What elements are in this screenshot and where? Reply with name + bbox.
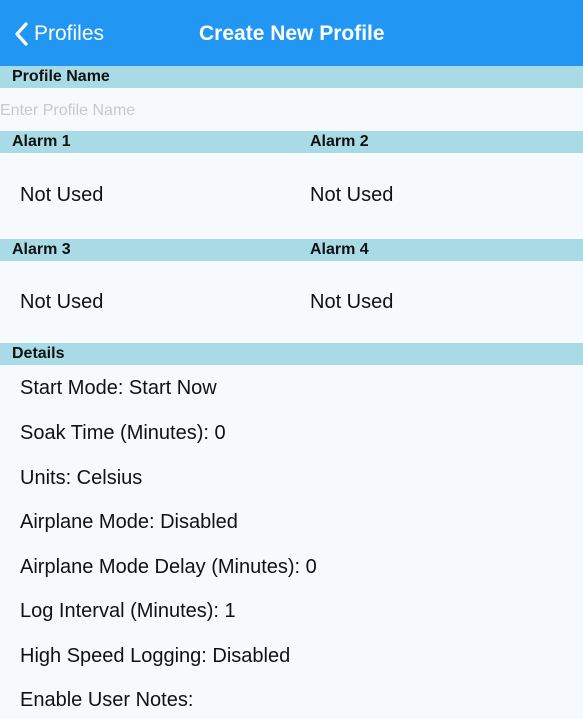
detail-airplane-mode-delay[interactable]: Airplane Mode Delay (Minutes): 0 — [20, 553, 317, 581]
alarm-2-header: Alarm 2 — [310, 133, 369, 150]
detail-airplane-mode[interactable]: Airplane Mode: Disabled — [20, 508, 238, 536]
detail-units[interactable]: Units: Celsius — [20, 464, 142, 492]
alarm-3-header: Alarm 3 — [12, 241, 71, 258]
chevron-left-icon — [15, 22, 28, 46]
alarm-1-header: Alarm 1 — [12, 133, 71, 150]
back-button[interactable]: Profiles — [14, 19, 104, 49]
detail-high-speed-logging[interactable]: High Speed Logging: Disabled — [20, 642, 290, 670]
profile-name-header-label: Profile Name — [12, 68, 110, 85]
profile-name-header: Profile Name — [0, 66, 583, 88]
alarm-4-value[interactable]: Not Used — [310, 288, 393, 316]
navigation-bar: Profiles Create New Profile — [0, 0, 583, 66]
alarms-3-4-header: Alarm 3 Alarm 4 — [0, 239, 583, 261]
detail-start-mode[interactable]: Start Mode: Start Now — [20, 374, 217, 402]
details-header-label: Details — [12, 345, 65, 362]
alarm-2-value[interactable]: Not Used — [310, 181, 393, 209]
detail-soak-time[interactable]: Soak Time (Minutes): 0 — [20, 419, 226, 447]
details-header: Details — [0, 343, 583, 365]
alarm-1-value[interactable]: Not Used — [20, 181, 103, 209]
alarm-4-header: Alarm 4 — [310, 241, 369, 258]
alarm-3-value[interactable]: Not Used — [20, 288, 103, 316]
detail-enable-user-notes[interactable]: Enable User Notes: — [20, 686, 193, 714]
back-button-label: Profiles — [34, 22, 105, 45]
alarms-1-2-header: Alarm 1 Alarm 2 — [0, 131, 583, 153]
profile-name-input[interactable] — [0, 92, 583, 130]
page-title: Create New Profile — [199, 22, 385, 45]
detail-log-interval[interactable]: Log Interval (Minutes): 1 — [20, 597, 236, 625]
